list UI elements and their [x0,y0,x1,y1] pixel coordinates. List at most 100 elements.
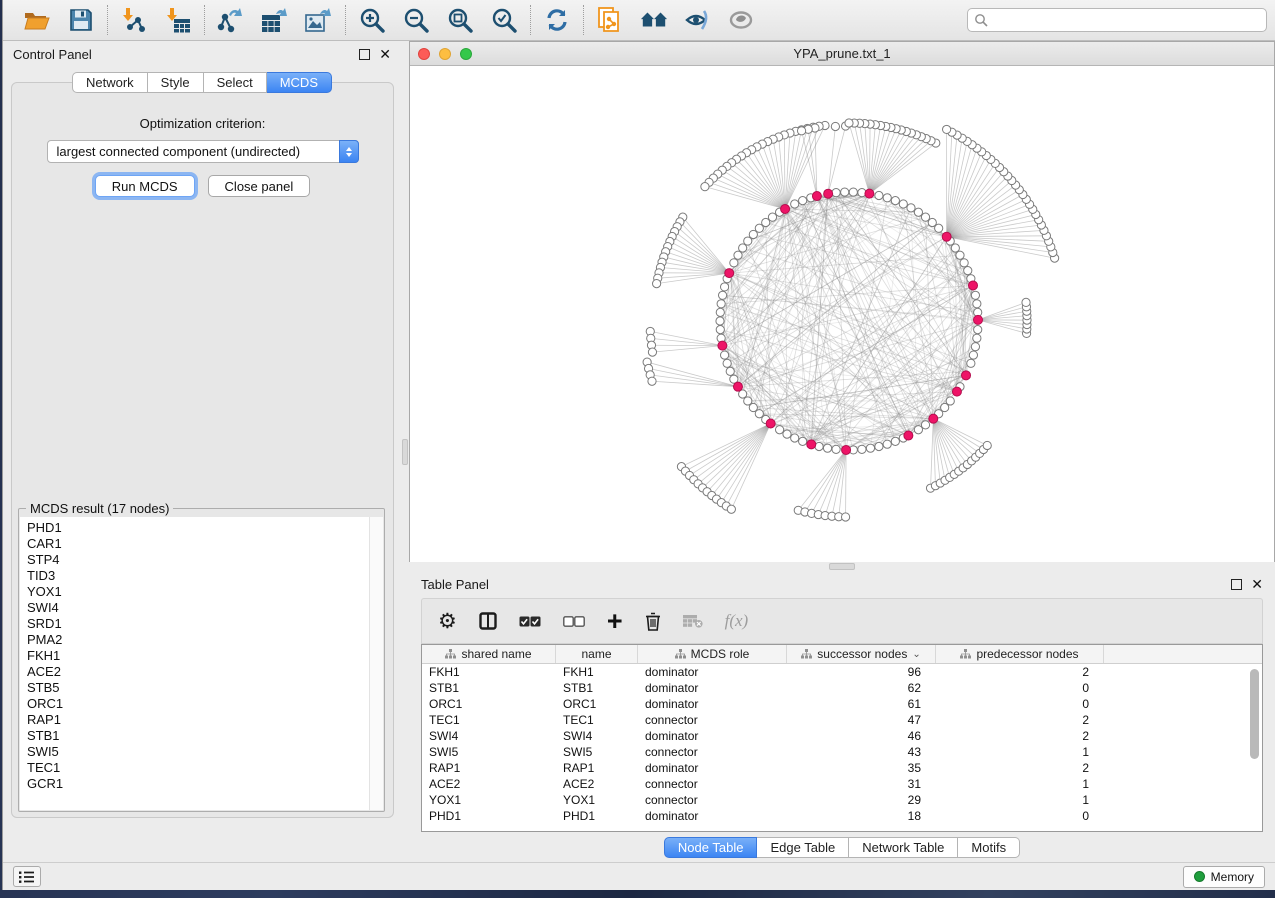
column-header-shared-name[interactable]: shared name [422,645,556,663]
column-header-name[interactable]: name [556,645,638,663]
tab-select[interactable]: Select [204,72,267,93]
mcds-result-item[interactable]: STP4 [27,552,383,568]
table-row[interactable]: YOX1YOX1connector291 [422,792,1262,808]
export-network-icon[interactable] [217,6,245,34]
mcds-result-item[interactable]: SWI4 [27,600,383,616]
close-panel-icon[interactable]: ✕ [379,49,391,60]
table-row[interactable]: ORC1ORC1dominator610 [422,696,1262,712]
delete-column-icon[interactable] [645,612,661,631]
open-file-icon[interactable] [23,6,51,34]
hide-selected-icon[interactable] [684,6,712,34]
memory-button[interactable]: Memory [1183,866,1265,888]
tab-motifs[interactable]: Motifs [958,837,1020,858]
table-cell: 1 [936,792,1104,808]
mcds-result-item[interactable]: ACE2 [27,664,383,680]
network-canvas[interactable] [410,66,1274,562]
table-cell: 2 [936,664,1104,680]
show-all-icon[interactable] [728,6,756,34]
mcds-result-item[interactable]: RAP1 [27,712,383,728]
mcds-result-item[interactable]: PMA2 [27,632,383,648]
dropdown-stepper-icon [339,140,359,163]
table-tabs: Node TableEdge TableNetwork TableMotifs [409,832,1275,862]
export-table-icon[interactable] [261,6,289,34]
import-table-icon[interactable] [164,6,192,34]
tab-network[interactable]: Network [72,72,148,93]
mcds-result-item[interactable]: SWI5 [27,744,383,760]
vertical-split-divider[interactable] [401,41,409,862]
column-panel-icon[interactable] [479,612,497,630]
mcds-result-item[interactable]: ORC1 [27,696,383,712]
search-box [967,8,1267,32]
column-header-successor-nodes[interactable]: successor nodes⌄ [787,645,936,663]
import-network-icon[interactable] [120,6,148,34]
export-image-icon[interactable] [305,6,333,34]
table-row[interactable]: STB1STB1dominator620 [422,680,1262,696]
delete-table-icon[interactable] [683,614,703,628]
memory-label: Memory [1211,870,1254,884]
mcds-result-item[interactable]: STB5 [27,680,383,696]
close-panel-icon[interactable]: ✕ [1251,579,1263,590]
run-mcds-button[interactable]: Run MCDS [95,175,195,197]
task-history-button[interactable] [13,866,41,887]
divider-handle[interactable] [402,439,408,465]
search-input[interactable] [992,13,1260,27]
zoom-selected-icon[interactable] [490,6,518,34]
select-all-icon[interactable] [519,616,541,627]
column-type-icon [960,649,971,659]
tab-style[interactable]: Style [148,72,204,93]
close-panel-button[interactable]: Close panel [208,175,311,197]
zoom-fit-icon[interactable] [446,6,474,34]
deselect-all-icon[interactable] [563,616,585,627]
tab-edge-table[interactable]: Edge Table [757,837,849,858]
table-cell: PHD1 [422,808,556,824]
add-column-icon[interactable]: + [607,611,623,631]
tab-mcds[interactable]: MCDS [267,72,332,93]
mcds-result-item[interactable]: TID3 [27,568,383,584]
new-network-from-selection-icon[interactable] [596,6,624,34]
table-row[interactable]: ACE2ACE2connector311 [422,776,1262,792]
table-cell: 31 [787,776,936,792]
table-cell: dominator [638,664,787,680]
function-builder-icon[interactable]: f(x) [725,611,749,631]
mcds-result-item[interactable]: STB1 [27,728,383,744]
table-row[interactable]: SWI5SWI5connector431 [422,744,1262,760]
app-window: Control Panel ✕ NetworkStyleSelectMCDS O… [2,0,1275,890]
table-cell: TEC1 [422,712,556,728]
table-row[interactable]: RAP1RAP1dominator352 [422,760,1262,776]
table-row[interactable]: TEC1TEC1connector472 [422,712,1262,728]
zoom-out-icon[interactable] [402,6,430,34]
mcds-result-item[interactable]: SRD1 [27,616,383,632]
network-window-titlebar[interactable]: YPA_prune.txt_1 [410,42,1274,66]
divider-handle[interactable] [829,563,855,570]
float-panel-icon[interactable] [1231,579,1242,590]
column-header-predecessor-nodes[interactable]: predecessor nodes [936,645,1104,663]
table-body: FKH1FKH1dominator962STB1STB1dominator620… [422,664,1262,824]
mcds-result-item[interactable]: YOX1 [27,584,383,600]
mcds-result-item[interactable]: CAR1 [27,536,383,552]
table-row[interactable]: SWI4SWI4dominator462 [422,728,1262,744]
network-graph[interactable] [410,66,1274,552]
table-scrollbar[interactable] [1250,669,1259,759]
float-panel-icon[interactable] [359,49,370,60]
mcds-result-list[interactable]: PHD1CAR1STP4TID3YOX1SWI4SRD1PMA2FKH1ACE2… [20,517,383,810]
mcds-result-item[interactable]: PHD1 [27,520,383,536]
zoom-in-icon[interactable] [358,6,386,34]
table-cell: 62 [787,680,936,696]
refresh-layout-icon[interactable] [543,6,571,34]
tab-network-table[interactable]: Network Table [849,837,958,858]
tab-node-table[interactable]: Node Table [664,837,758,858]
table-row[interactable]: PHD1PHD1dominator180 [422,808,1262,824]
save-session-icon[interactable] [67,6,95,34]
column-header-MCDS-role[interactable]: MCDS role [638,645,787,663]
horizontal-split-divider[interactable] [409,562,1275,572]
table-row[interactable]: FKH1FKH1dominator962 [422,664,1262,680]
search-icon [974,13,988,27]
mcds-list-scrollbar[interactable] [369,517,383,810]
mcds-result-item[interactable]: TEC1 [27,760,383,776]
optimization-criterion-dropdown[interactable]: largest connected component (undirected) [47,140,359,163]
mcds-result-group: MCDS result (17 nodes) PHD1CAR1STP4TID3Y… [18,508,385,812]
mcds-result-item[interactable]: FKH1 [27,648,383,664]
home-icon[interactable] [640,6,668,34]
mcds-result-item[interactable]: GCR1 [27,776,383,792]
settings-gear-icon[interactable]: ⚙ [438,611,457,631]
